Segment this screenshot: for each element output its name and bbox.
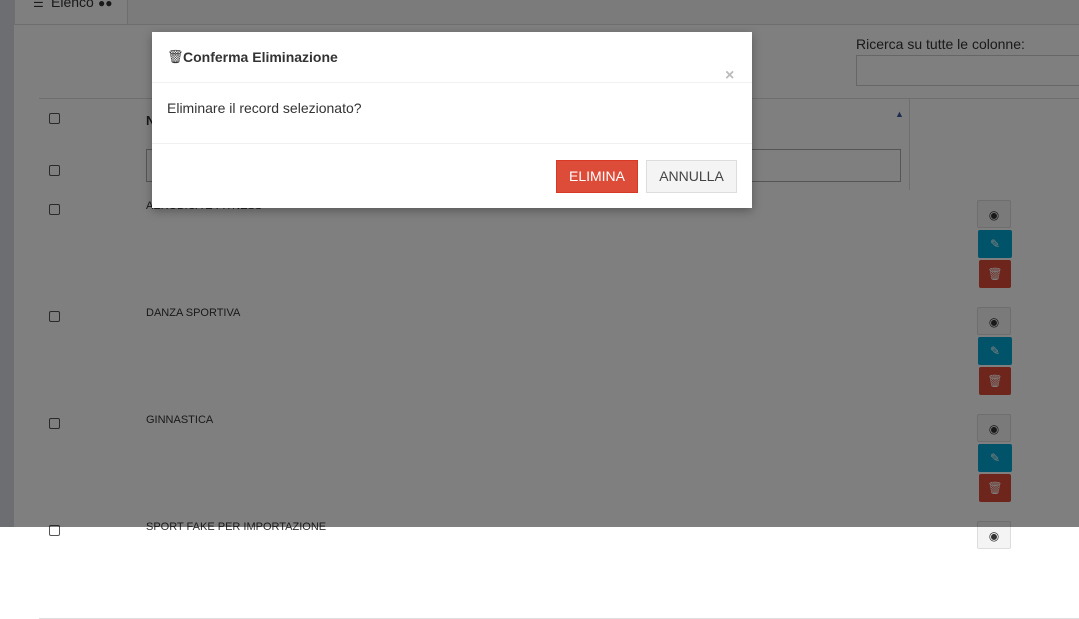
table-row[interactable]: SPORT FAKE PER IMPORTAZIONE ◉ bbox=[39, 511, 1079, 619]
confirm-delete-button[interactable]: ELIMINA bbox=[556, 160, 638, 193]
cancel-button[interactable]: ANNULLA bbox=[646, 160, 737, 193]
close-icon[interactable]: × bbox=[725, 67, 734, 85]
confirm-delete-dialog: 🗑 Conferma Eliminazione × Eliminare il r… bbox=[152, 32, 752, 208]
dialog-footer: ELIMINA ANNULLA bbox=[152, 143, 752, 209]
dialog-header: 🗑 Conferma Eliminazione × bbox=[152, 32, 752, 85]
eye-icon: ◉ bbox=[988, 529, 1000, 543]
trash-icon: 🗑 bbox=[167, 49, 184, 64]
dialog-message: Eliminare il record selezionato? bbox=[167, 100, 362, 116]
dialog-title: Conferma Eliminazione bbox=[183, 49, 338, 65]
